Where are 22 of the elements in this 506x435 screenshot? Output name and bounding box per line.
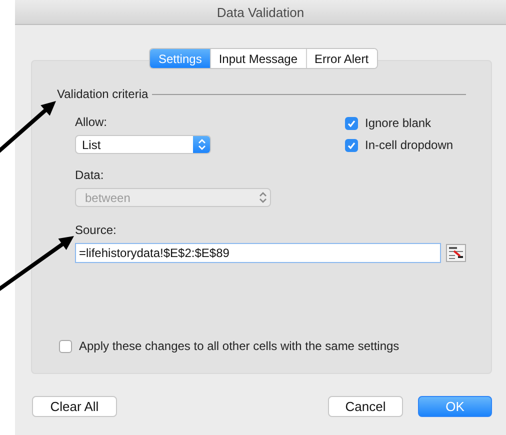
checkmark-icon: [347, 118, 356, 128]
arrow: [0, 101, 56, 154]
dialog-button[interactable]: Clear All: [32, 396, 117, 417]
checkbox-label: Ignore blank: [365, 116, 432, 130]
range-picker-icon[interactable]: [446, 244, 466, 262]
dialog-button[interactable]: Cancel: [328, 396, 403, 417]
field-label: Source:: [74, 223, 118, 237]
field-label: Allow:: [75, 115, 108, 129]
dropdown[interactable]: List: [75, 135, 211, 154]
chevron-updown-icon: [198, 139, 206, 150]
chevron-updown-icon: [259, 192, 267, 203]
checkbox-label: In-cell dropdown: [365, 138, 454, 152]
checkbox[interactable]: [59, 340, 72, 352]
source-field[interactable]: =lifehistorydata!$E$2:$E$89: [75, 243, 441, 263]
checkmark-icon: [347, 140, 356, 150]
window-title: Data Validation: [216, 4, 304, 20]
tab[interactable]: Error Alert: [306, 49, 377, 68]
field-label: Data:: [75, 168, 105, 182]
checkbox[interactable]: [345, 116, 358, 130]
checkbox[interactable]: [345, 138, 358, 152]
checkbox-label: Apply these changes to all other cells with the same settings: [79, 339, 400, 353]
section-heading: Validation criteria: [57, 87, 148, 101]
